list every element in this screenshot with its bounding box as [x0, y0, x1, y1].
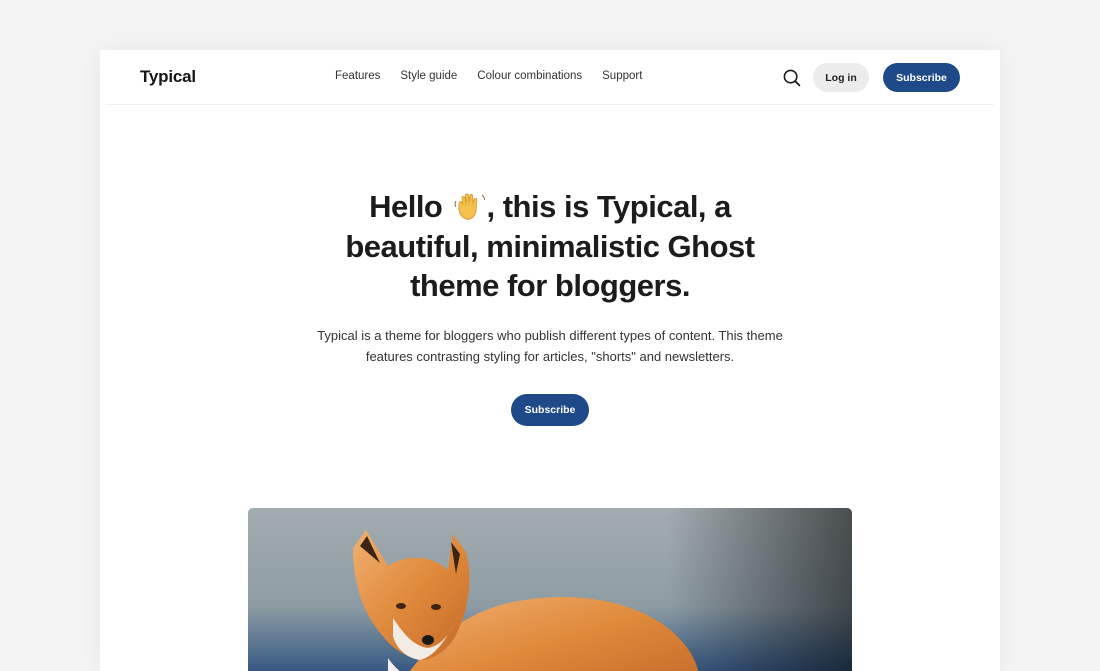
- hero-subscribe-button[interactable]: Subscribe: [511, 394, 589, 426]
- feature-image[interactable]: [248, 508, 852, 671]
- hero-title-line-1: Hello , this is Typical, a: [300, 187, 800, 227]
- header-subscribe-button[interactable]: Subscribe: [883, 63, 960, 92]
- hero-title: Hello , this is Typical, a beautiful, mi…: [300, 187, 800, 306]
- nav-item-colour-combinations[interactable]: Colour combinations: [477, 70, 582, 86]
- hero-description: Typical is a theme for bloggers who publ…: [275, 326, 825, 367]
- fox-illustration: [248, 508, 852, 671]
- hero-title-line-3: theme for bloggers.: [410, 268, 690, 303]
- hero-title-text-2: , this is Typical, a: [486, 189, 732, 224]
- site-frame: Typical Features Style guide Colour comb…: [100, 50, 1000, 671]
- site-logo[interactable]: Typical: [140, 67, 196, 87]
- site-header: Typical Features Style guide Colour comb…: [100, 50, 1000, 105]
- hero-description-line-2: features contrasting styling for article…: [365, 348, 735, 364]
- nav-item-style-guide[interactable]: Style guide: [400, 70, 457, 86]
- nav-item-support[interactable]: Support: [602, 70, 642, 86]
- hero-title-text: Hello: [369, 189, 443, 224]
- main-nav: Features Style guide Colour combinations…: [335, 70, 662, 86]
- header-divider: [106, 104, 994, 105]
- hero-description-line-1: Typical is a theme for bloggers who publ…: [317, 328, 783, 343]
- login-button[interactable]: Log in: [813, 63, 869, 92]
- hero-title-line-2: beautiful, minimalistic Ghost: [345, 228, 755, 264]
- search-icon[interactable]: [782, 68, 802, 88]
- nav-item-features[interactable]: Features: [335, 70, 380, 86]
- waving-hand-emoji-icon: [453, 191, 487, 221]
